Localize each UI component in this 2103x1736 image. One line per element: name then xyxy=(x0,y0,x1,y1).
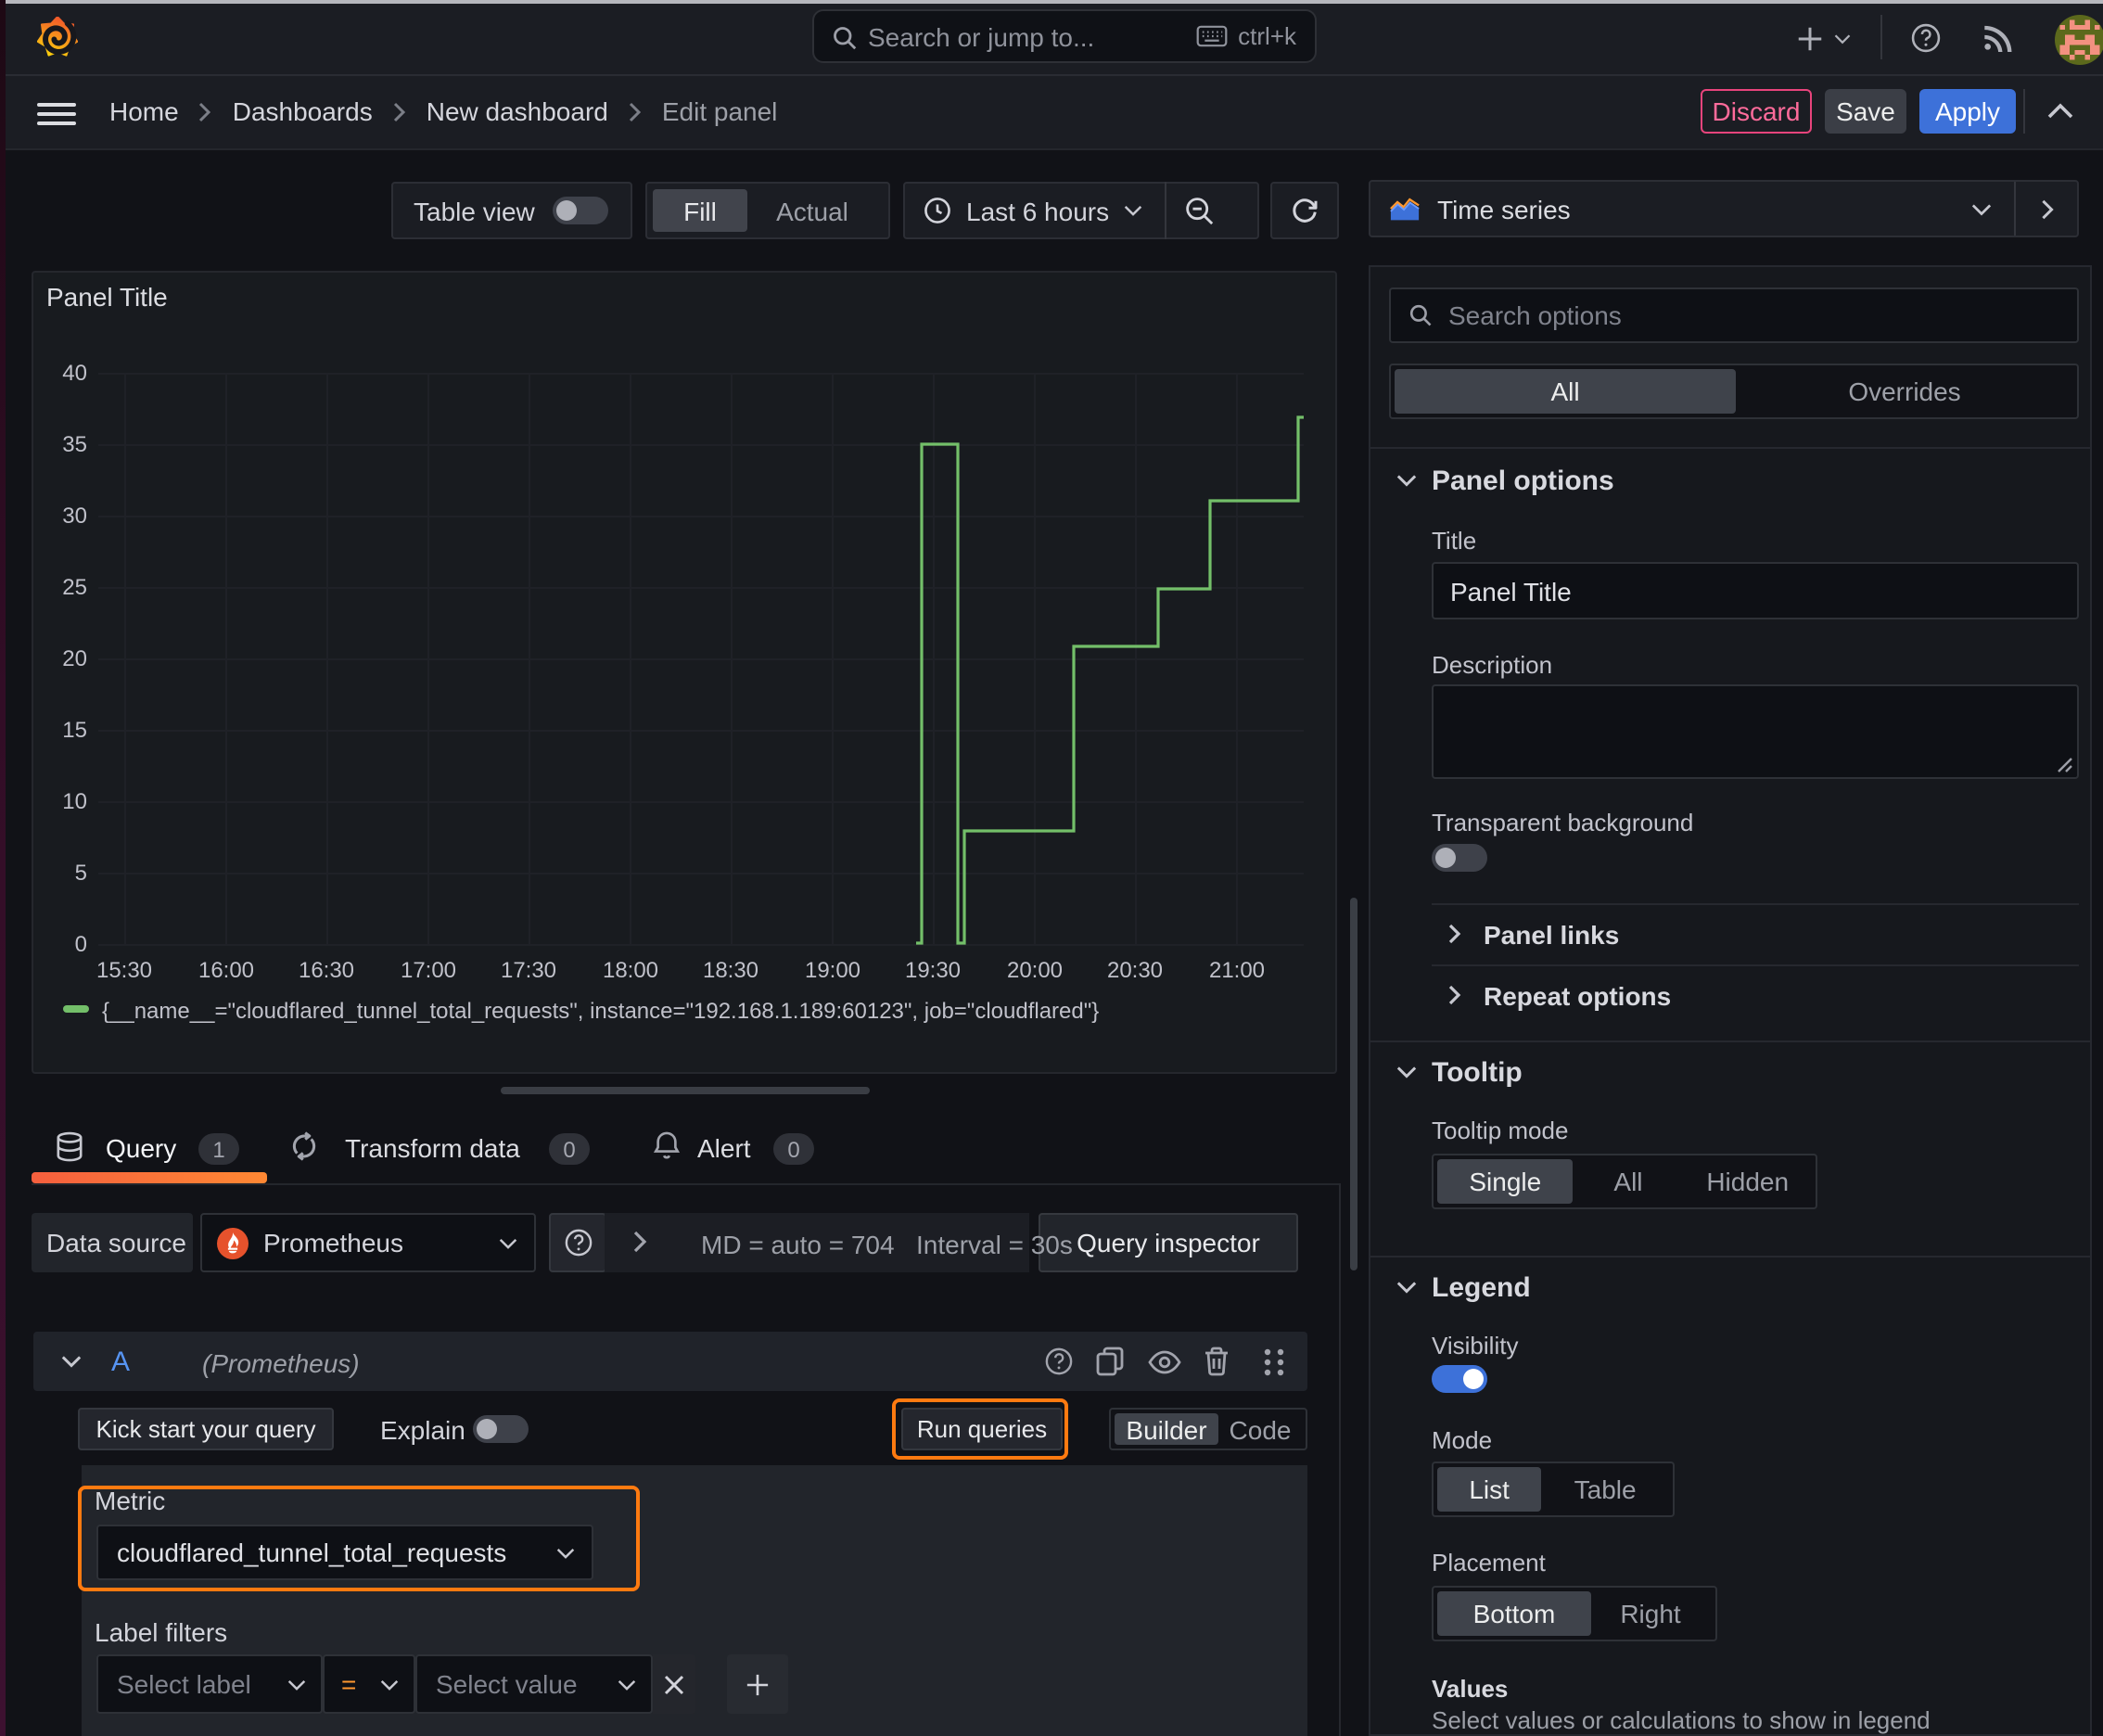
svg-text:Panel Title: Panel Title xyxy=(46,283,168,312)
svg-text:17:30: 17:30 xyxy=(501,958,556,983)
svg-text:16:30: 16:30 xyxy=(299,958,354,983)
svg-text:15:30: 15:30 xyxy=(96,958,152,983)
svg-text:16:00: 16:00 xyxy=(198,958,254,983)
svg-text:10: 10 xyxy=(62,789,87,814)
svg-text:19:30: 19:30 xyxy=(905,958,961,983)
svg-text:5: 5 xyxy=(75,861,87,886)
svg-text:19:00: 19:00 xyxy=(805,958,860,983)
svg-text:20: 20 xyxy=(62,646,87,671)
svg-text:35: 35 xyxy=(62,432,87,457)
svg-text:21:00: 21:00 xyxy=(1209,958,1265,983)
svg-text:20:00: 20:00 xyxy=(1007,958,1063,983)
svg-text:18:30: 18:30 xyxy=(703,958,758,983)
svg-text:20:30: 20:30 xyxy=(1107,958,1163,983)
svg-text:0: 0 xyxy=(75,932,87,957)
svg-text:17:00: 17:00 xyxy=(401,958,456,983)
svg-text:40: 40 xyxy=(62,361,87,386)
svg-text:{__name__="cloudflared_tunnel_: {__name__="cloudflared_tunnel_total_requ… xyxy=(102,999,1099,1024)
svg-text:30: 30 xyxy=(62,504,87,529)
svg-text:15: 15 xyxy=(62,718,87,743)
svg-text:18:00: 18:00 xyxy=(603,958,658,983)
svg-text:25: 25 xyxy=(62,575,87,600)
